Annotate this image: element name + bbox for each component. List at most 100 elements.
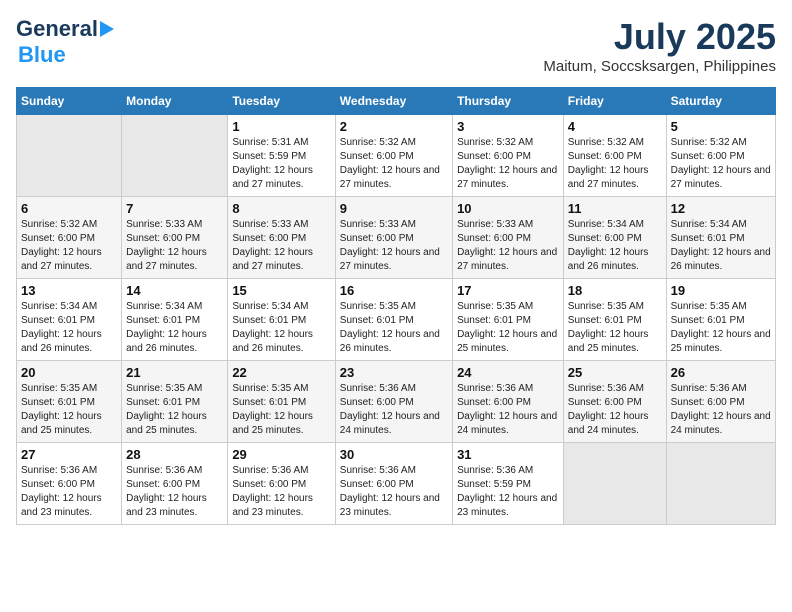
day-info: Sunrise: 5:34 AM Sunset: 6:01 PM Dayligh… xyxy=(671,218,771,274)
day-info: Sunrise: 5:35 AM Sunset: 6:01 PM Dayligh… xyxy=(568,300,662,356)
day-info: Sunrise: 5:36 AM Sunset: 6:00 PM Dayligh… xyxy=(340,382,448,438)
day-number: 9 xyxy=(340,201,448,216)
weekday-header-row: SundayMondayTuesdayWednesdayThursdayFrid… xyxy=(17,88,776,115)
day-number: 14 xyxy=(126,283,223,298)
calendar-week-row: 6Sunrise: 5:32 AM Sunset: 6:00 PM Daylig… xyxy=(17,197,776,279)
day-info: Sunrise: 5:32 AM Sunset: 6:00 PM Dayligh… xyxy=(568,136,662,192)
calendar-cell: 18 Sunrise: 5:35 AM Sunset: 6:01 PM Dayli… xyxy=(563,279,666,361)
day-number: 2 xyxy=(340,119,448,134)
day-number: 29 xyxy=(232,447,330,462)
calendar-cell: 21 Sunrise: 5:35 AM Sunset: 6:01 PM Dayli… xyxy=(122,361,228,443)
day-number: 31 xyxy=(457,447,559,462)
day-number: 26 xyxy=(671,365,771,380)
calendar-cell: 12 Sunrise: 5:34 AM Sunset: 6:01 PM Dayli… xyxy=(666,197,775,279)
calendar-cell: 23 Sunrise: 5:36 AM Sunset: 6:00 PM Dayli… xyxy=(335,361,452,443)
day-info: Sunrise: 5:36 AM Sunset: 6:00 PM Dayligh… xyxy=(671,382,771,438)
calendar-table: SundayMondayTuesdayWednesdayThursdayFrid… xyxy=(16,87,776,525)
day-info: Sunrise: 5:36 AM Sunset: 6:00 PM Dayligh… xyxy=(568,382,662,438)
day-number: 25 xyxy=(568,365,662,380)
day-number: 23 xyxy=(340,365,448,380)
day-info: Sunrise: 5:35 AM Sunset: 6:01 PM Dayligh… xyxy=(232,382,330,438)
day-number: 15 xyxy=(232,283,330,298)
day-info: Sunrise: 5:32 AM Sunset: 6:00 PM Dayligh… xyxy=(21,218,117,274)
day-number: 12 xyxy=(671,201,771,216)
day-info: Sunrise: 5:34 AM Sunset: 6:00 PM Dayligh… xyxy=(568,218,662,274)
day-info: Sunrise: 5:34 AM Sunset: 6:01 PM Dayligh… xyxy=(21,300,117,356)
weekday-header-friday: Friday xyxy=(563,88,666,115)
calendar-cell xyxy=(17,115,122,197)
day-number: 17 xyxy=(457,283,559,298)
day-info: Sunrise: 5:35 AM Sunset: 6:01 PM Dayligh… xyxy=(21,382,117,438)
day-number: 22 xyxy=(232,365,330,380)
day-number: 16 xyxy=(340,283,448,298)
day-info: Sunrise: 5:35 AM Sunset: 6:01 PM Dayligh… xyxy=(340,300,448,356)
day-number: 24 xyxy=(457,365,559,380)
weekday-header-wednesday: Wednesday xyxy=(335,88,452,115)
calendar-week-row: 13 Sunrise: 5:34 AM Sunset: 6:01 PM Dayli… xyxy=(17,279,776,361)
logo-general: General xyxy=(16,16,98,42)
calendar-cell: 24 Sunrise: 5:36 AM Sunset: 6:00 PM Dayli… xyxy=(453,361,564,443)
day-info: Sunrise: 5:36 AM Sunset: 6:00 PM Dayligh… xyxy=(232,464,330,520)
day-info: Sunrise: 5:31 AM Sunset: 5:59 PM Dayligh… xyxy=(232,136,330,192)
day-number: 18 xyxy=(568,283,662,298)
weekday-header-tuesday: Tuesday xyxy=(228,88,335,115)
day-info: Sunrise: 5:35 AM Sunset: 6:01 PM Dayligh… xyxy=(671,300,771,356)
weekday-header-sunday: Sunday xyxy=(17,88,122,115)
calendar-cell: 26 Sunrise: 5:36 AM Sunset: 6:00 PM Dayli… xyxy=(666,361,775,443)
day-info: Sunrise: 5:35 AM Sunset: 6:01 PM Dayligh… xyxy=(457,300,559,356)
day-info: Sunrise: 5:36 AM Sunset: 5:59 PM Dayligh… xyxy=(457,464,559,520)
day-info: Sunrise: 5:32 AM Sunset: 6:00 PM Dayligh… xyxy=(340,136,448,192)
calendar-cell: 17 Sunrise: 5:35 AM Sunset: 6:01 PM Dayli… xyxy=(453,279,564,361)
page-header: General Blue July 2025 Maitum, Soccsksar… xyxy=(16,16,776,75)
day-info: Sunrise: 5:33 AM Sunset: 6:00 PM Dayligh… xyxy=(232,218,330,274)
weekday-header-saturday: Saturday xyxy=(666,88,775,115)
calendar-cell: 15Sunrise: 5:34 AM Sunset: 6:01 PM Dayli… xyxy=(228,279,335,361)
title-block: July 2025 Maitum, Soccsksargen, Philippi… xyxy=(543,16,776,75)
day-number: 21 xyxy=(126,365,223,380)
calendar-cell: 30Sunrise: 5:36 AM Sunset: 6:00 PM Dayli… xyxy=(335,443,452,525)
day-number: 3 xyxy=(457,119,559,134)
day-number: 27 xyxy=(21,447,117,462)
day-number: 19 xyxy=(671,283,771,298)
calendar-cell xyxy=(666,443,775,525)
calendar-cell: 22 Sunrise: 5:35 AM Sunset: 6:01 PM Dayli… xyxy=(228,361,335,443)
calendar-cell: 16 Sunrise: 5:35 AM Sunset: 6:01 PM Dayli… xyxy=(335,279,452,361)
calendar-cell: 8 Sunrise: 5:33 AM Sunset: 6:00 PM Daylig… xyxy=(228,197,335,279)
calendar-cell: 19 Sunrise: 5:35 AM Sunset: 6:01 PM Dayli… xyxy=(666,279,775,361)
calendar-cell: 1Sunrise: 5:31 AM Sunset: 5:59 PM Daylig… xyxy=(228,115,335,197)
logo-blue: Blue xyxy=(18,42,66,68)
calendar-week-row: 27 Sunrise: 5:36 AM Sunset: 6:00 PM Dayli… xyxy=(17,443,776,525)
day-number: 4 xyxy=(568,119,662,134)
day-number: 20 xyxy=(21,365,117,380)
calendar-cell: 7Sunrise: 5:33 AM Sunset: 6:00 PM Daylig… xyxy=(122,197,228,279)
day-info: Sunrise: 5:35 AM Sunset: 6:01 PM Dayligh… xyxy=(126,382,223,438)
day-number: 5 xyxy=(671,119,771,134)
calendar-week-row: 20 Sunrise: 5:35 AM Sunset: 6:01 PM Dayli… xyxy=(17,361,776,443)
calendar-week-row: 1Sunrise: 5:31 AM Sunset: 5:59 PM Daylig… xyxy=(17,115,776,197)
day-info: Sunrise: 5:36 AM Sunset: 6:00 PM Dayligh… xyxy=(340,464,448,520)
calendar-subtitle: Maitum, Soccsksargen, Philippines xyxy=(543,58,776,75)
calendar-cell: 20 Sunrise: 5:35 AM Sunset: 6:01 PM Dayli… xyxy=(17,361,122,443)
weekday-header-monday: Monday xyxy=(122,88,228,115)
calendar-cell xyxy=(563,443,666,525)
day-number: 28 xyxy=(126,447,223,462)
day-number: 13 xyxy=(21,283,117,298)
day-info: Sunrise: 5:32 AM Sunset: 6:00 PM Dayligh… xyxy=(671,136,771,192)
calendar-cell: 14Sunrise: 5:34 AM Sunset: 6:01 PM Dayli… xyxy=(122,279,228,361)
day-info: Sunrise: 5:33 AM Sunset: 6:00 PM Dayligh… xyxy=(457,218,559,274)
calendar-cell: 31 Sunrise: 5:36 AM Sunset: 5:59 PM Dayli… xyxy=(453,443,564,525)
calendar-cell xyxy=(122,115,228,197)
calendar-cell: 27 Sunrise: 5:36 AM Sunset: 6:00 PM Dayli… xyxy=(17,443,122,525)
day-info: Sunrise: 5:33 AM Sunset: 6:00 PM Dayligh… xyxy=(340,218,448,274)
day-info: Sunrise: 5:36 AM Sunset: 6:00 PM Dayligh… xyxy=(21,464,117,520)
day-number: 10 xyxy=(457,201,559,216)
logo: General Blue xyxy=(16,16,114,68)
calendar-cell: 4 Sunrise: 5:32 AM Sunset: 6:00 PM Daylig… xyxy=(563,115,666,197)
calendar-cell: 28Sunrise: 5:36 AM Sunset: 6:00 PM Dayli… xyxy=(122,443,228,525)
calendar-cell: 2 Sunrise: 5:32 AM Sunset: 6:00 PM Daylig… xyxy=(335,115,452,197)
day-info: Sunrise: 5:36 AM Sunset: 6:00 PM Dayligh… xyxy=(457,382,559,438)
calendar-cell: 3Sunrise: 5:32 AM Sunset: 6:00 PM Daylig… xyxy=(453,115,564,197)
calendar-cell: 11Sunrise: 5:34 AM Sunset: 6:00 PM Dayli… xyxy=(563,197,666,279)
calendar-cell: 9 Sunrise: 5:33 AM Sunset: 6:00 PM Daylig… xyxy=(335,197,452,279)
day-number: 8 xyxy=(232,201,330,216)
